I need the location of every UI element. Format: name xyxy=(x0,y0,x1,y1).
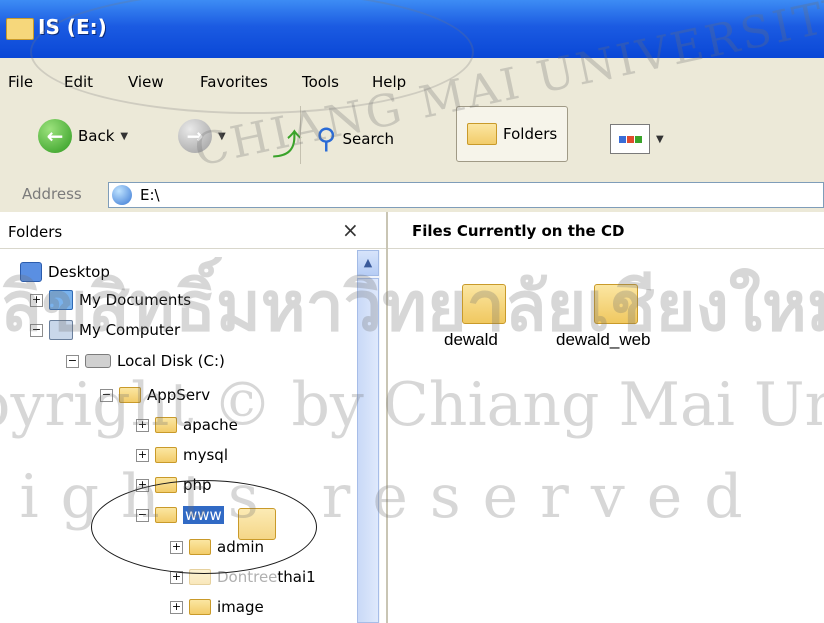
tree-item-image[interactable]: + image xyxy=(170,598,264,616)
folder-icon xyxy=(189,599,211,615)
tree-item-label: mysql xyxy=(183,446,228,464)
search-icon: ⚲ xyxy=(316,122,337,155)
expand-toggle[interactable]: + xyxy=(170,600,183,614)
folder-icon xyxy=(119,387,141,403)
collapse-toggle[interactable]: − xyxy=(100,388,113,402)
collapse-toggle[interactable]: − xyxy=(66,354,79,368)
forward-button[interactable]: → ▼ xyxy=(178,119,226,153)
forward-arrow-icon: → xyxy=(178,119,212,153)
views-button[interactable]: ▼ xyxy=(610,124,664,154)
drive-icon xyxy=(112,185,132,205)
desktop-icon xyxy=(20,262,42,282)
folder-icon xyxy=(6,18,34,40)
file-item-dewald-web[interactable]: dewald_web xyxy=(556,284,686,354)
search-button[interactable]: ⚲ Search xyxy=(316,122,394,155)
content-title: Files Currently on the CD xyxy=(412,222,625,240)
back-button[interactable]: ← Back ▼ xyxy=(38,119,128,153)
tree-item-label: AppServ xyxy=(147,386,211,404)
tree-item-local-disk[interactable]: − Local Disk (C:) xyxy=(66,352,225,370)
folders-button[interactable]: Folders xyxy=(456,106,569,162)
tree-item-apache[interactable]: + apache xyxy=(136,416,238,434)
search-label: Search xyxy=(342,129,395,148)
folders-pane-title: Folders xyxy=(8,223,63,241)
tree-item-label: My Documents xyxy=(79,291,192,309)
expand-toggle[interactable]: + xyxy=(136,448,149,462)
file-item-label: dewald xyxy=(444,330,498,349)
expand-toggle[interactable]: + xyxy=(136,418,149,432)
back-arrow-icon: ← xyxy=(38,119,72,153)
back-label: Back xyxy=(78,127,115,145)
folders-label: Folders xyxy=(503,125,558,143)
folders-icon xyxy=(467,123,497,145)
folder-icon xyxy=(462,284,506,324)
tree-item-label: image xyxy=(217,598,264,616)
scroll-up-button[interactable]: ▲ xyxy=(357,250,379,276)
chevron-down-icon[interactable]: ▼ xyxy=(656,134,664,145)
chevron-down-icon[interactable]: ▼ xyxy=(120,131,128,142)
collapse-toggle[interactable]: − xyxy=(30,323,43,337)
computer-icon xyxy=(49,320,73,340)
tree-item-my-computer[interactable]: − My Computer xyxy=(30,320,180,340)
menu-file[interactable]: File xyxy=(8,73,33,91)
toolbar-separator xyxy=(300,106,301,164)
tree-item-label: Local Disk (C:) xyxy=(117,352,225,370)
content-pane xyxy=(388,212,824,623)
address-value[interactable]: E:\ xyxy=(140,186,160,204)
up-folder-icon[interactable]: ⤴ xyxy=(272,120,302,164)
disk-icon xyxy=(85,354,111,368)
tree-item-mysql[interactable]: + mysql xyxy=(136,446,228,464)
file-item-dewald[interactable]: dewald xyxy=(444,284,554,354)
address-label: Address xyxy=(22,185,82,203)
scrollbar-thumb[interactable] xyxy=(357,278,379,623)
views-icon xyxy=(610,124,650,154)
tree-item-label: apache xyxy=(183,416,238,434)
my-documents-icon xyxy=(49,290,73,310)
tree-item-desktop[interactable]: Desktop xyxy=(20,262,110,282)
tree-item-label: My Computer xyxy=(79,321,181,339)
close-icon[interactable]: × xyxy=(342,218,359,242)
expand-toggle[interactable]: + xyxy=(30,293,43,307)
folder-icon xyxy=(155,417,177,433)
folder-icon xyxy=(155,447,177,463)
folder-icon xyxy=(594,284,638,324)
tree-item-appserv[interactable]: − AppServ xyxy=(100,386,210,404)
address-field[interactable] xyxy=(108,182,824,208)
file-item-label: dewald_web xyxy=(556,330,651,349)
tree-item-label: Desktop xyxy=(48,263,110,281)
circle-annotation xyxy=(91,480,317,574)
chevron-down-icon[interactable]: ▼ xyxy=(218,131,226,142)
tree-item-my-documents[interactable]: + My Documents xyxy=(30,290,191,310)
